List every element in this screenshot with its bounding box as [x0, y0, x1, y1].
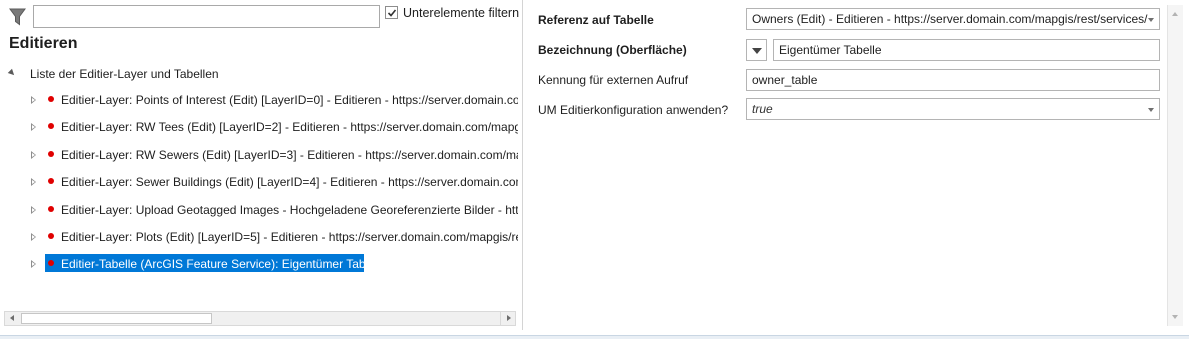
tree-item-plots[interactable]: Editier-Layer: Plots (Edit) [LayerID=5] … [0, 227, 518, 247]
collapsed-arrow-icon[interactable] [31, 151, 36, 159]
subelements-filter-checkbox[interactable] [385, 6, 398, 19]
external-id-label: Kennung für externen Aufruf [538, 73, 689, 87]
tree-item-label: Editier-Layer: Upload Geotagged Images -… [61, 203, 518, 217]
scroll-left-button[interactable] [5, 312, 20, 325]
tree-item-label: Editier-Layer: RW Tees (Edit) [LayerID=2… [61, 120, 518, 134]
red-dot-icon [48, 123, 54, 129]
tree-root[interactable]: Liste der Editier-Layer und Tabellen [0, 64, 518, 84]
horizontal-scrollbar[interactable] [4, 311, 516, 326]
arrow-left-icon [10, 315, 14, 321]
vertical-scrollbar[interactable] [1167, 5, 1183, 326]
red-dot-icon [48, 96, 54, 102]
collapsed-arrow-icon[interactable] [31, 123, 36, 131]
arrow-down-icon[interactable] [1172, 315, 1178, 319]
page-title: Editieren [9, 35, 78, 52]
red-dot-icon [48, 151, 54, 157]
red-dot-icon [48, 178, 54, 184]
tree-item-label: Editier-Layer: Plots (Edit) [LayerID=5] … [61, 230, 518, 244]
tree-item-rw-sewers[interactable]: Editier-Layer: RW Sewers (Edit) [LayerID… [0, 145, 518, 165]
arrow-up-icon[interactable] [1172, 12, 1178, 16]
tree-item-label: Editier-Layer: Sewer Buildings (Edit) [L… [61, 175, 518, 189]
tree-item-rw-tees[interactable]: Editier-Layer: RW Tees (Edit) [LayerID=2… [0, 117, 518, 137]
display-name-field[interactable]: Eigentümer Tabelle [773, 39, 1160, 61]
collapsed-arrow-icon[interactable] [31, 206, 36, 214]
caret-down-icon [752, 48, 762, 54]
tree-item-points-of-interest[interactable]: Editier-Layer: Points of Interest (Edit)… [0, 90, 518, 110]
tree-item-owner-table[interactable]: Editier-Tabelle (ArcGIS Feature Service)… [0, 254, 518, 274]
red-dot-icon [48, 206, 54, 212]
collapsed-arrow-icon[interactable] [31, 178, 36, 186]
arrow-right-icon [507, 315, 511, 321]
expanded-arrow-icon[interactable] [7, 68, 17, 78]
reference-dropdown[interactable]: Owners (Edit) - Editieren - https://serv… [746, 8, 1160, 30]
filter-icon[interactable] [9, 8, 27, 26]
edit-layer-tree[interactable]: Liste der Editier-Layer und Tabellen Edi… [0, 64, 518, 309]
scroll-right-button[interactable] [500, 312, 515, 325]
scrollbar-thumb[interactable] [21, 313, 212, 324]
property-grid: Referenz auf Tabelle Owners (Edit) - Edi… [523, 0, 1189, 339]
display-name-value: Eigentümer Tabelle [779, 43, 882, 57]
tree-item-sewer-buildings[interactable]: Editier-Layer: Sewer Buildings (Edit) [L… [0, 172, 518, 192]
display-name-label: Bezeichnung (Oberfläche) [538, 43, 687, 57]
red-dot-icon [48, 260, 54, 266]
tree-item-label: Editier-Layer: RW Sewers (Edit) [LayerID… [61, 148, 518, 162]
subelements-filter-label[interactable]: Unterelemente filtern [403, 6, 519, 20]
reference-value: Owners (Edit) - Editieren - https://serv… [752, 12, 1148, 26]
apply-config-label: UM Editierkonfiguration anwenden? [538, 103, 729, 117]
apply-config-dropdown[interactable]: true [746, 98, 1160, 120]
collapsed-arrow-icon[interactable] [31, 233, 36, 241]
reference-label: Referenz auf Tabelle [538, 13, 654, 27]
apply-config-value: true [752, 102, 773, 116]
left-pane: Unterelemente filtern Editieren Liste de… [0, 0, 522, 339]
external-id-value: owner_table [752, 73, 818, 87]
red-dot-icon [48, 233, 54, 239]
tree-item-label: Editier-Tabelle (ArcGIS Feature Service)… [61, 257, 385, 271]
external-id-field[interactable]: owner_table [746, 69, 1160, 91]
chevron-down-icon[interactable] [1148, 108, 1154, 112]
display-name-language-dropdown[interactable] [746, 39, 767, 61]
filter-input[interactable] [33, 5, 380, 28]
tree-root-label: Liste der Editier-Layer und Tabellen [30, 67, 219, 81]
tree-item-geotagged-images[interactable]: Editier-Layer: Upload Geotagged Images -… [0, 200, 518, 220]
collapsed-arrow-icon[interactable] [31, 96, 36, 104]
collapsed-arrow-icon[interactable] [31, 260, 36, 268]
tree-item-label: Editier-Layer: Points of Interest (Edit)… [61, 93, 518, 107]
bottom-border [0, 335, 1189, 339]
chevron-down-icon[interactable] [1148, 18, 1154, 22]
